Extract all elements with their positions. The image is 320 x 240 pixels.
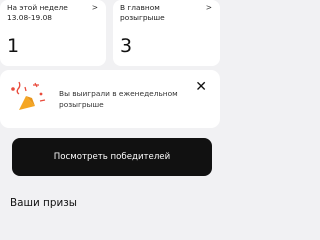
weekly-stat-card[interactable]: На этой неделе 13.08-19.08 > 1 [0,0,106,66]
main-draw-stat-label: В главном розыгрыше [120,3,165,22]
view-winners-label: Посмотреть победителей [53,152,171,162]
chevron-right-icon: > [205,3,212,12]
main-draw-stat-card[interactable]: В главном розыгрыше > 3 [113,0,220,66]
main-draw-stat-value: 3 [120,35,133,57]
party-popper-icon [11,81,46,110]
weekly-stat-value: 1 [7,35,20,57]
view-winners-button[interactable]: Посмотреть победителей [12,138,212,176]
close-icon[interactable]: ✕ [195,80,207,94]
win-notification-text: Вы выиграли в еженедельном розыгрыше [59,89,178,109]
win-notification-banner: Вы выиграли в еженедельном розыгрыше ✕ [0,70,220,128]
prizes-section-title: Ваши призы [10,197,77,209]
chevron-right-icon: > [91,3,98,12]
weekly-stat-label: На этой неделе 13.08-19.08 [7,3,68,22]
